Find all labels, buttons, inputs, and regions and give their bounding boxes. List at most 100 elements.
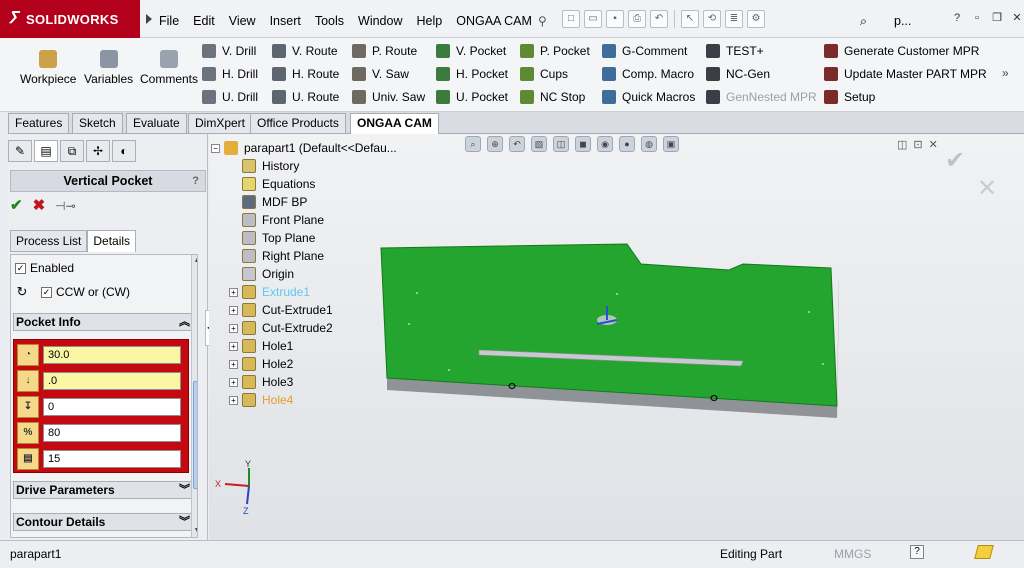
- confirm-corner-check-icon[interactable]: ✔: [945, 146, 965, 175]
- viewport-tile-icon[interactable]: ⊡: [913, 138, 922, 151]
- test--command[interactable]: TEST+: [706, 42, 764, 60]
- file-properties-icon[interactable]: ≣: [725, 10, 743, 28]
- tab-ongaa-cam[interactable]: ONGAA CAM: [350, 113, 439, 134]
- tab-features[interactable]: Features: [8, 113, 70, 133]
- more-commands-icon[interactable]: »: [1002, 66, 1009, 80]
- zoom-to-area-icon[interactable]: ⊕: [487, 136, 503, 152]
- tree-collapse-icon[interactable]: −: [211, 143, 220, 153]
- pocket-field-input[interactable]: .0: [43, 372, 181, 390]
- generate-customer-mpr-command[interactable]: Generate Customer MPR: [824, 42, 979, 60]
- section-view-icon[interactable]: ▧: [531, 136, 547, 152]
- univ-saw-command[interactable]: Univ. Saw: [352, 88, 425, 106]
- tab-office-products[interactable]: Office Products: [250, 113, 346, 133]
- tree-item[interactable]: MDF BP: [242, 194, 307, 210]
- tree-item[interactable]: Right Plane: [242, 248, 324, 264]
- tree-item[interactable]: + Hole2: [229, 356, 293, 372]
- menu-tools[interactable]: Tools: [308, 14, 351, 28]
- drive-parameters-header[interactable]: Drive Parameters ︾: [13, 481, 195, 499]
- tree-item[interactable]: + Hole3: [229, 374, 293, 390]
- view-settings-icon[interactable]: ▣: [663, 136, 679, 152]
- tree-root-part[interactable]: − parapart1 (Default<<Defau...: [211, 140, 397, 156]
- status-units[interactable]: MMGS: [834, 547, 871, 561]
- scroll-up-icon[interactable]: ▲: [193, 257, 197, 267]
- tree-expand-icon[interactable]: +: [229, 377, 238, 387]
- pocket-field-input[interactable]: 30.0: [43, 346, 181, 364]
- pm-help-icon[interactable]: ?: [192, 171, 199, 191]
- view-orientation-icon[interactable]: ◫: [553, 136, 569, 152]
- contour-details-header[interactable]: Contour Details ︾: [13, 513, 195, 531]
- menu-view[interactable]: View: [222, 14, 263, 28]
- tab-sketch[interactable]: Sketch: [72, 113, 123, 133]
- edit-appearance-icon[interactable]: ●: [619, 136, 635, 152]
- workpiece-button[interactable]: Workpiece: [20, 50, 76, 86]
- keep-visible-pin-icon[interactable]: ⊣⊸: [55, 198, 76, 214]
- part-model[interactable]: [369, 234, 1019, 434]
- tree-item[interactable]: Front Plane: [242, 212, 324, 228]
- h-drill-command[interactable]: H. Drill: [202, 65, 258, 83]
- tree-item[interactable]: Origin: [242, 266, 294, 282]
- menu-window[interactable]: Window: [351, 14, 409, 28]
- new-document-icon[interactable]: □: [562, 10, 580, 28]
- v-pocket-command[interactable]: V. Pocket: [436, 42, 506, 60]
- pocket-field-input[interactable]: 80: [43, 424, 181, 442]
- tree-expand-icon[interactable]: +: [229, 359, 238, 369]
- tree-item[interactable]: + Extrude1: [229, 284, 310, 300]
- enabled-checkbox[interactable]: ✓: [15, 262, 26, 274]
- pocket-field-input[interactable]: 15: [43, 450, 181, 468]
- help-icon[interactable]: ?: [950, 12, 964, 26]
- u-route-command[interactable]: U. Route: [272, 88, 339, 106]
- menu-insert[interactable]: Insert: [263, 14, 308, 28]
- setup-command[interactable]: Setup: [824, 88, 875, 106]
- undo-icon[interactable]: ↶: [650, 10, 668, 28]
- apply-scene-icon[interactable]: ◍: [641, 136, 657, 152]
- update-master-part-mpr-command[interactable]: Update Master PART MPR: [824, 65, 987, 83]
- pocket-info-header[interactable]: Pocket Info ︽: [13, 313, 195, 331]
- scrollbar-thumb[interactable]: [193, 381, 197, 489]
- tab-dimxpert[interactable]: DimXpert: [188, 113, 253, 133]
- dimxpert-manager-tab-icon[interactable]: ✢: [86, 140, 110, 162]
- tag-icon[interactable]: [974, 545, 994, 559]
- g-comment-command[interactable]: G-Comment: [602, 42, 687, 60]
- tree-expand-icon[interactable]: +: [229, 395, 238, 405]
- cups-command[interactable]: Cups: [520, 65, 568, 83]
- display-style-icon[interactable]: ◼: [575, 136, 591, 152]
- tree-expand-icon[interactable]: +: [229, 287, 238, 297]
- comp-macro-command[interactable]: Comp. Macro: [602, 65, 694, 83]
- minimize-icon[interactable]: ▫: [970, 12, 984, 26]
- print-icon[interactable]: ⎙: [628, 10, 646, 28]
- u-drill-command[interactable]: U. Drill: [202, 88, 258, 106]
- tree-item[interactable]: History: [242, 158, 299, 174]
- previous-view-icon[interactable]: ↶: [509, 136, 525, 152]
- viewport-close-icon[interactable]: ✕: [929, 138, 938, 151]
- property-manager-tab-icon[interactable]: ▤: [34, 140, 58, 162]
- tree-expand-icon[interactable]: +: [229, 323, 238, 333]
- solidworks-logo[interactable]: ⵢ SOLIDWORKS: [0, 0, 140, 38]
- pin-icon[interactable]: ⚲: [538, 14, 547, 28]
- tree-item[interactable]: + Hole1: [229, 338, 293, 354]
- tree-expand-icon[interactable]: +: [229, 341, 238, 351]
- v-saw-command[interactable]: V. Saw: [352, 65, 409, 83]
- p-route-command[interactable]: P. Route: [352, 42, 417, 60]
- direction-checkbox[interactable]: ✓: [41, 286, 52, 298]
- cancel-x-icon[interactable]: ✖: [33, 198, 46, 214]
- ok-check-icon[interactable]: ✔: [10, 198, 23, 214]
- restore-icon[interactable]: ❐: [990, 12, 1004, 26]
- zoom-to-fit-icon[interactable]: ⌕: [465, 136, 481, 152]
- menu-ongaa-cam[interactable]: ONGAA CAM: [449, 14, 539, 28]
- variables-button[interactable]: Variables: [84, 50, 133, 86]
- v-drill-command[interactable]: V. Drill: [202, 42, 256, 60]
- details-scrollbar[interactable]: ▲ ▼: [191, 255, 197, 537]
- sub-tab-process-list[interactable]: Process List: [10, 230, 88, 252]
- v-route-command[interactable]: V. Route: [272, 42, 338, 60]
- display-manager-tab-icon[interactable]: ◐: [112, 140, 136, 162]
- hide-show-items-icon[interactable]: ◉: [597, 136, 613, 152]
- status-help-icon[interactable]: ?: [910, 545, 924, 559]
- select-icon[interactable]: ↖: [681, 10, 699, 28]
- h-pocket-command[interactable]: H. Pocket: [436, 65, 508, 83]
- menu-file[interactable]: File: [152, 14, 186, 28]
- gennested-mpr-command[interactable]: GenNested MPR: [706, 88, 817, 106]
- pocket-field-input[interactable]: 0: [43, 398, 181, 416]
- nc-stop-command[interactable]: NC Stop: [520, 88, 585, 106]
- menu-edit[interactable]: Edit: [186, 14, 222, 28]
- save-icon[interactable]: ▪: [606, 10, 624, 28]
